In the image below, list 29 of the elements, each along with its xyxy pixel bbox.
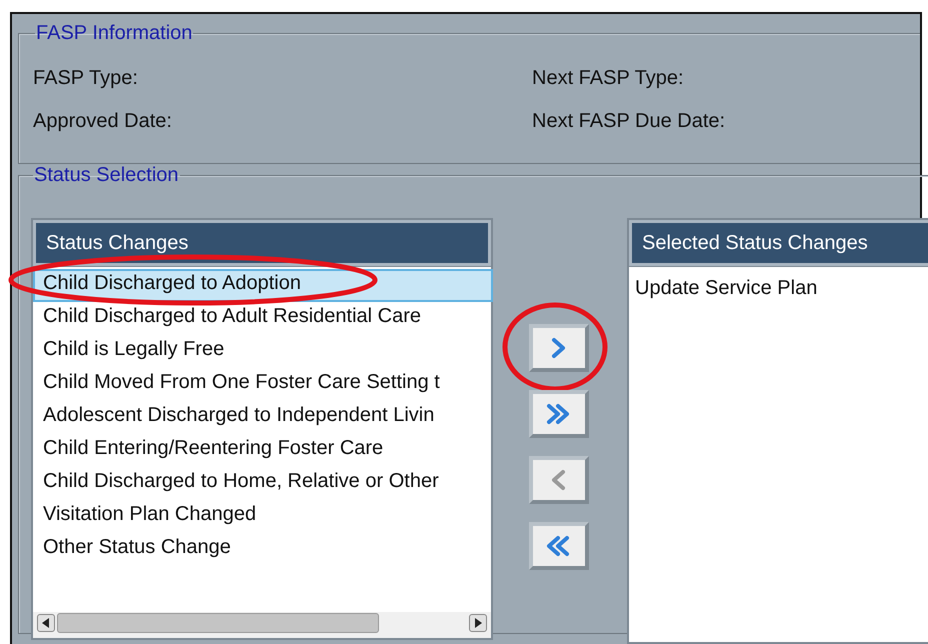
double-chevron-right-icon [546, 402, 572, 426]
move-button[interactable] [529, 390, 589, 438]
move-button[interactable] [529, 324, 589, 372]
list-item[interactable]: Adolescent Discharged to Independent Livin [33, 401, 491, 434]
field-label: FASP Type: [33, 67, 139, 90]
list-item[interactable]: Child Moved From One Foster Care Setting t [33, 368, 491, 401]
list-header: Selected Status Changes [629, 220, 928, 266]
move-button[interactable] [529, 522, 589, 570]
double-chevron-left-icon [546, 534, 572, 558]
field-label: Approved Date: [33, 110, 173, 133]
list-item[interactable]: Other Status Change [33, 533, 491, 566]
left-triangle-icon [42, 618, 50, 628]
group-title: Status Selection [33, 164, 180, 187]
list-header: Status Changes [33, 220, 491, 266]
scroll-right-button[interactable] [469, 614, 487, 632]
list-item[interactable]: Visitation Plan Changed [33, 500, 491, 533]
list-item[interactable]: Child Discharged to Adoption [33, 269, 493, 302]
list-item[interactable]: Update Service Plan [635, 274, 928, 307]
list-item[interactable]: Child Entering/Reentering Foster Care [33, 434, 491, 467]
horizontal-scrollbar[interactable] [33, 612, 491, 638]
field-label: Next FASP Type: [532, 67, 685, 90]
list-item[interactable]: Child Discharged to Adult Residential Care [33, 302, 491, 335]
group-title: FASP Information [35, 22, 194, 45]
scroll-left-button[interactable] [37, 614, 55, 632]
list-item[interactable]: Child is Legally Free [33, 335, 491, 368]
list-item[interactable]: Child Discharged to Home, Relative or Other [33, 467, 491, 500]
scroll-thumb[interactable] [57, 613, 379, 633]
field-label: Next FASP Due Date: [532, 110, 726, 133]
right-triangle-icon [474, 618, 482, 628]
